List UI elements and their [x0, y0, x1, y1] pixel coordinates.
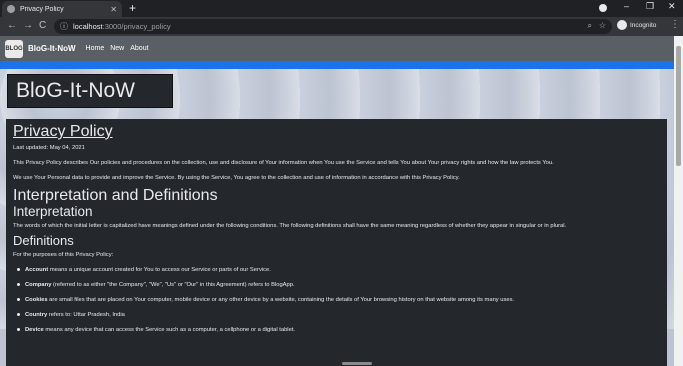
- globe-icon: [7, 5, 15, 13]
- banner-title: BloG-It-NoW: [16, 79, 136, 102]
- page-scrollbar[interactable]: [674, 36, 683, 366]
- list-item: Device means any device that can access …: [13, 326, 660, 334]
- list-item: Country refers to: Uttar Pradesh, India: [13, 311, 660, 319]
- nav-link-home[interactable]: Home: [86, 45, 105, 52]
- maximize-button[interactable]: ❐: [646, 1, 654, 12]
- incognito-indicator[interactable]: Incognito: [617, 20, 656, 30]
- forward-icon[interactable]: →: [23, 19, 33, 33]
- privacy-policy-panel: Privacy Policy Last updated: May 04, 202…: [6, 119, 667, 366]
- incognito-label: Incognito: [630, 21, 657, 29]
- definition-text: means any device that can access the Ser…: [43, 327, 296, 333]
- url-path: :3000/privacy_policy: [102, 22, 171, 31]
- definition-term: Country: [25, 312, 48, 318]
- definition-text: (referred to as either "the Company", "W…: [51, 282, 295, 288]
- close-window-button[interactable]: ✕: [668, 1, 676, 12]
- definition-term: Cookies: [25, 297, 48, 303]
- heading-interpretation: Interpretation: [13, 204, 93, 219]
- nav-link-new[interactable]: New: [110, 45, 124, 52]
- last-updated: Last updated: May 04, 2021: [13, 145, 85, 151]
- intro-paragraph-1: This Privacy Policy describes Our polici…: [13, 160, 554, 166]
- definitions-list: Account means a unique account created f…: [13, 266, 660, 334]
- tab-title: Privacy Policy: [20, 5, 64, 13]
- minimize-button[interactable]: –: [624, 1, 629, 11]
- list-item: Account means a unique account created f…: [13, 266, 660, 274]
- zoom-icon[interactable]: ⌕: [588, 21, 592, 31]
- definition-term: Account: [25, 267, 49, 273]
- resize-handle[interactable]: [342, 362, 372, 365]
- browser-toolbar: ← → C ⓘ localhost :3000/privacy_policy ⌕…: [0, 17, 683, 36]
- intro-paragraph-2: We use Your Personal data to provide and…: [13, 175, 460, 181]
- record-icon[interactable]: [599, 4, 607, 12]
- definitions-intro: For the purposes of this Privacy Policy:: [13, 252, 114, 258]
- browser-menu-icon[interactable]: ⋮: [670, 19, 680, 30]
- back-icon[interactable]: ←: [7, 19, 17, 33]
- definition-text: means a unique account created for You t…: [48, 267, 271, 273]
- list-item: Company (referred to as either "the Comp…: [13, 281, 660, 289]
- definition-text: are small files that are placed on Your …: [47, 297, 515, 303]
- star-icon[interactable]: ☆: [599, 21, 606, 30]
- heading-definitions: Definitions: [13, 233, 74, 248]
- site-navbar: BLOG BloG-It-NoW Home New About: [0, 36, 683, 61]
- page-viewport: BLOG BloG-It-NoW Home New About BloG-It-…: [0, 36, 683, 366]
- definition-term: Company: [25, 282, 52, 288]
- hero-area: BloG-It-NoW Privacy Policy Last updated:…: [0, 69, 683, 366]
- info-icon[interactable]: ⓘ: [60, 21, 68, 32]
- address-bar[interactable]: ⓘ localhost :3000/privacy_policy ⌕ ☆: [54, 19, 612, 34]
- nav-link-about[interactable]: About: [130, 45, 148, 52]
- heading-interpretation-definitions: Interpretation and Definitions: [13, 187, 218, 204]
- url-host: localhost: [73, 22, 103, 31]
- site-banner: BloG-It-NoW: [7, 74, 173, 108]
- site-logo[interactable]: BLOG: [5, 39, 23, 58]
- interpretation-text: The words of which the initial letter is…: [13, 223, 567, 229]
- list-item: Cookies are small files that are placed …: [13, 296, 660, 304]
- scrollbar-thumb[interactable]: [676, 46, 681, 166]
- page-title: Privacy Policy: [13, 123, 113, 140]
- incognito-icon: [617, 20, 627, 30]
- close-tab-icon[interactable]: ✕: [110, 5, 117, 14]
- site-brand[interactable]: BloG-It-NoW: [28, 44, 76, 53]
- definition-term: Device: [25, 327, 44, 333]
- browser-tab[interactable]: Privacy Policy ✕: [2, 1, 122, 17]
- new-tab-button[interactable]: +: [129, 1, 136, 15]
- definition-text: refers to: Uttar Pradesh, India: [47, 312, 125, 318]
- reload-icon[interactable]: C: [39, 19, 46, 33]
- accent-bar: [0, 61, 683, 69]
- browser-tab-strip: Privacy Policy ✕ + – ❐ ✕: [0, 0, 683, 17]
